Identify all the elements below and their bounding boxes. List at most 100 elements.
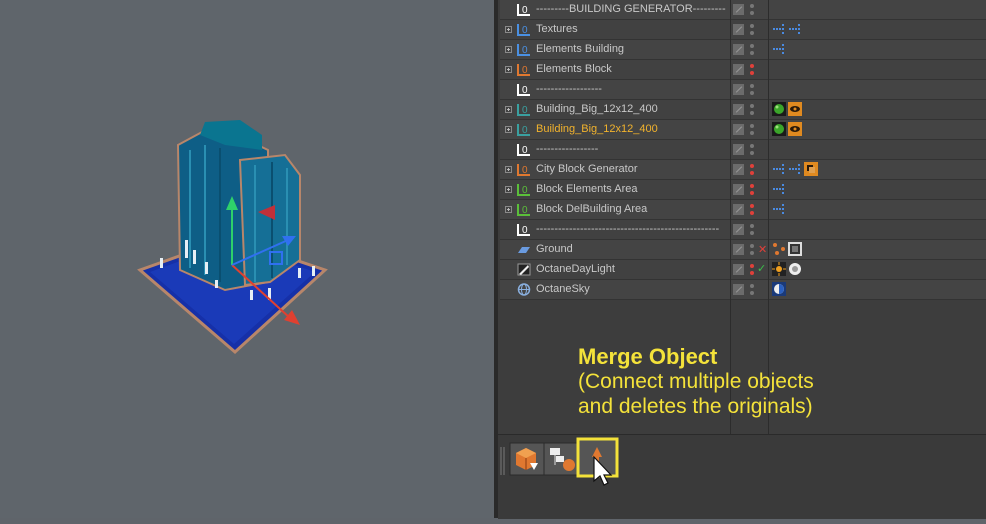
visibility-dots-icon[interactable] [750,163,755,177]
object-label[interactable]: ----------------------------------------… [536,223,719,235]
green-sphere-icon[interactable] [772,102,786,116]
eye-tag-icon[interactable] [788,102,802,116]
layer-dots-icon[interactable] [772,182,786,196]
object-label[interactable]: Elements Building [536,43,624,55]
object-name-cell[interactable]: 0 ------------------ [500,80,729,100]
object-row[interactable]: 0 ---------------------------------------… [500,220,986,240]
visibility-dots-icon[interactable] [750,143,755,157]
expand-icon[interactable] [505,206,512,213]
visibility-dots-icon[interactable] [750,243,755,257]
expand-icon[interactable] [505,66,512,73]
visibility-dots-icon[interactable] [750,83,755,97]
edit-toggle-icon[interactable] [733,144,744,155]
object-row[interactable]: 0 Textures [500,20,986,40]
expand-icon[interactable] [505,166,512,173]
orange-tag-icon[interactable] [804,162,818,176]
visibility-dots-icon[interactable] [750,123,755,137]
sun-tag-icon[interactable] [772,262,786,276]
edit-toggle-icon[interactable] [733,4,744,15]
layer-dots-icon[interactable] [788,162,802,176]
object-label[interactable]: Building_Big_12x12_400 [536,123,658,135]
object-name-cell[interactable]: OctaneSky [500,280,729,300]
visibility-dots-icon[interactable] [750,3,755,17]
viewport[interactable] [0,0,494,518]
edit-toggle-icon[interactable] [733,84,744,95]
object-name-cell[interactable]: 0 Block DelBuilding Area [500,200,729,220]
edit-toggle-icon[interactable] [733,44,744,55]
object-label[interactable]: City Block Generator [536,163,637,175]
object-name-cell[interactable]: 0 ---------BUILDING GENERATOR--------- [500,0,729,20]
object-row[interactable]: OctaneSky [500,280,986,300]
edit-toggle-icon[interactable] [733,204,744,215]
edit-toggle-icon[interactable] [733,64,744,75]
visibility-dots-icon[interactable] [750,63,755,77]
edit-toggle-icon[interactable] [733,24,744,35]
texture-tag-icon[interactable] [788,242,802,256]
layer-dots-icon[interactable] [772,22,786,36]
object-name-cell[interactable]: 0 ----------------- [500,140,729,160]
edit-toggle-icon[interactable] [733,164,744,175]
object-name-cell[interactable]: OctaneDayLight [500,260,729,280]
viewport-scene[interactable] [0,0,494,518]
vertex-tag-icon[interactable] [772,242,786,256]
green-sphere-icon[interactable] [772,122,786,136]
layer-dots-icon[interactable] [772,42,786,56]
sky-tag-icon[interactable] [772,282,786,296]
object-label[interactable]: Building_Big_12x12_400 [536,103,658,115]
visibility-dots-icon[interactable] [750,23,755,37]
object-row[interactable]: 0 ------------------ [500,80,986,100]
object-label[interactable]: Block DelBuilding Area [536,203,647,215]
object-name-cell[interactable]: 0 Elements Block [500,60,729,80]
object-label[interactable]: ----------------- [536,143,598,155]
layer-dots-icon[interactable] [772,162,786,176]
edit-toggle-icon[interactable] [733,244,744,255]
object-label[interactable]: OctaneSky [536,283,590,295]
object-label[interactable]: ---------BUILDING GENERATOR--------- [536,3,726,15]
object-label[interactable]: Elements Block [536,63,612,75]
object-row[interactable]: 0 Building_Big_12x12_400 [500,100,986,120]
edit-toggle-icon[interactable] [733,224,744,235]
visibility-dots-icon[interactable] [750,43,755,57]
layer-dots-icon[interactable] [772,202,786,216]
expand-icon[interactable] [505,26,512,33]
edit-toggle-icon[interactable] [733,184,744,195]
edit-toggle-icon[interactable] [733,104,744,115]
object-row[interactable]: Ground ✕ [500,240,986,260]
expand-icon[interactable] [505,186,512,193]
connect-delete-icon[interactable] [509,442,545,476]
visibility-dots-icon[interactable] [750,263,755,277]
object-name-cell[interactable]: 0 ---------------------------------------… [500,220,729,240]
object-row[interactable]: 0 Building_Big_12x12_400 [500,120,986,140]
layer-dots-icon[interactable] [788,22,802,36]
object-name-cell[interactable]: 0 Building_Big_12x12_400 [500,100,729,120]
object-row[interactable]: 0 Block DelBuilding Area [500,200,986,220]
eye-tag-icon[interactable] [788,122,802,136]
expand-icon[interactable] [505,126,512,133]
edit-toggle-icon[interactable] [733,264,744,275]
object-name-cell[interactable]: 0 City Block Generator [500,160,729,180]
gear-tag-icon[interactable] [788,262,802,276]
object-label[interactable]: ------------------ [536,83,602,95]
visibility-dots-icon[interactable] [750,203,755,217]
object-row[interactable]: OctaneDayLight ✓ [500,260,986,280]
connect-objects-icon[interactable] [543,442,579,476]
object-label[interactable]: Block Elements Area [536,183,638,195]
expand-icon[interactable] [505,106,512,113]
object-name-cell[interactable]: Ground [500,240,729,260]
object-row[interactable]: 0 Elements Building [500,40,986,60]
object-name-cell[interactable]: 0 Elements Building [500,40,729,60]
object-label[interactable]: OctaneDayLight [536,263,615,275]
object-label[interactable]: Textures [536,23,578,35]
visibility-dots-icon[interactable] [750,223,755,237]
edit-toggle-icon[interactable] [733,124,744,135]
object-row[interactable]: 0 ---------BUILDING GENERATOR--------- [500,0,986,20]
enabled-check-icon[interactable]: ✓ [757,262,766,275]
object-name-cell[interactable]: 0 Textures [500,20,729,40]
object-row[interactable]: 0 Elements Block [500,60,986,80]
object-row[interactable]: 0 City Block Generator [500,160,986,180]
object-name-cell[interactable]: 0 Block Elements Area [500,180,729,200]
object-row[interactable]: 0 ----------------- [500,140,986,160]
disabled-x-icon[interactable]: ✕ [758,243,767,256]
expand-icon[interactable] [505,46,512,53]
visibility-dots-icon[interactable] [750,183,755,197]
